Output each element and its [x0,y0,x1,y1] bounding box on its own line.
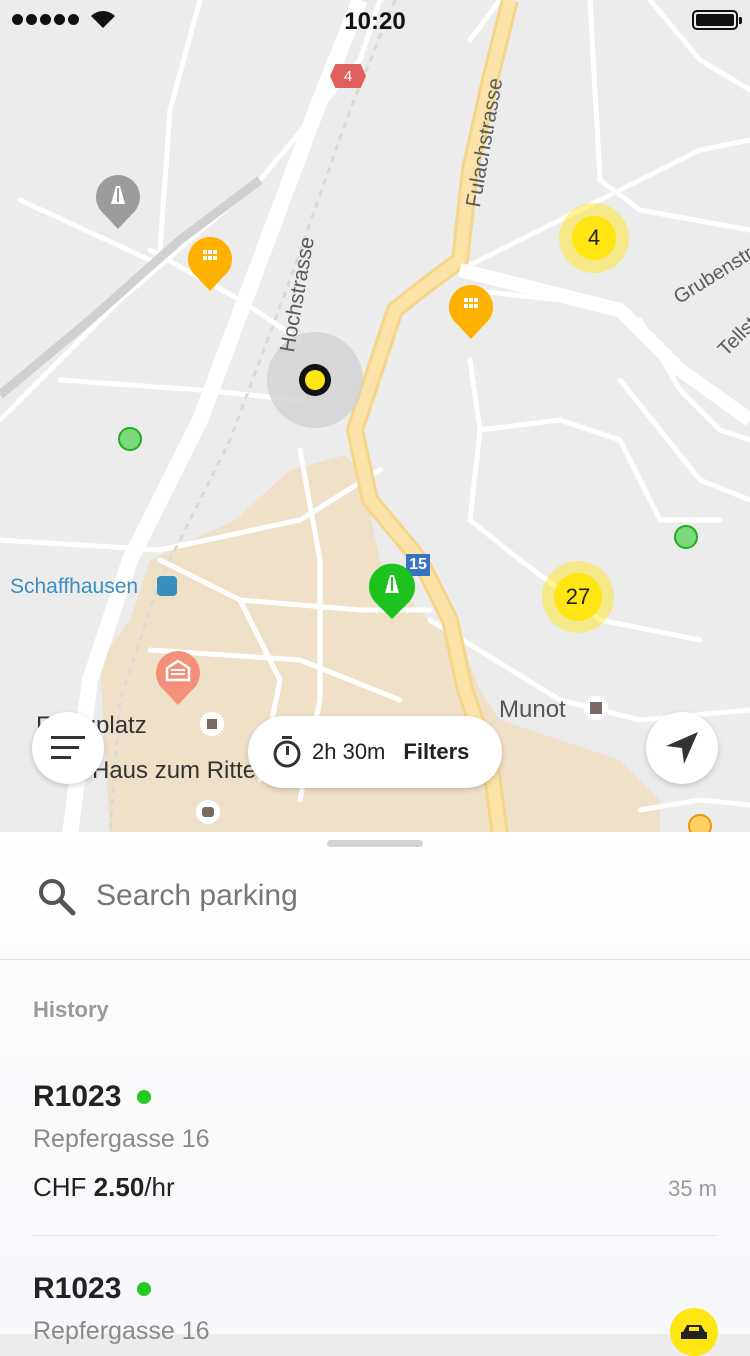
parking-distance: 35 m [668,1176,717,1201]
filters-button[interactable]: Filters [403,739,469,765]
parking-spot-dot[interactable] [674,525,698,549]
user-location-dot [299,364,331,396]
poi-icon [200,712,224,736]
timer-icon [273,736,301,768]
train-station-icon [157,576,177,596]
list-divider [33,1235,717,1236]
cluster-count: 4 [587,225,601,250]
parking-garage-pin[interactable] [447,282,495,340]
cluster-count: 27 [565,584,591,609]
theater-icon [196,800,220,824]
history-item[interactable]: R1023 Repfergasse 16 [0,1272,750,1352]
history-item[interactable]: R1023 Repfergasse 16 CHF 2.50/hr 35 m [0,1080,750,1210]
place-label-haus: Haus zum Ritte [92,757,257,784]
status-time: 10:20 [344,8,406,35]
parking-price: CHF 2.50/hr [33,1172,175,1203]
parking-code: R1023 [33,1080,122,1113]
parking-spot-dot[interactable] [118,427,142,451]
castle-icon [584,696,608,720]
car-badge[interactable] [670,1308,718,1356]
parking-garage-pin[interactable] [186,234,234,292]
bottom-sheet[interactable]: History R1023 Repfergasse 16 CHF 2.50/hr… [0,832,750,1345]
price-unit: /hr [144,1172,175,1202]
search-divider [0,959,750,960]
road-marker-pin-green[interactable] [367,560,417,620]
parking-address: Repfergasse 16 [33,1125,210,1153]
parking-address: Repfergasse 16 [33,1317,210,1345]
recenter-location-button[interactable] [646,712,718,784]
parking-cluster[interactable]: 4 [559,203,629,273]
history-title: History [33,997,109,1022]
battery-icon [692,10,742,30]
availability-dot [137,1282,151,1296]
parking-house-pin[interactable] [154,648,202,706]
list-menu-icon [51,736,85,759]
map-view[interactable]: 10:20 4 Hochstrasse Fulachstrasse Gruben… [0,0,750,835]
status-bar: 10:20 [0,0,750,40]
parking-cluster[interactable]: 27 [542,561,614,633]
price-currency: CHF [33,1172,87,1202]
parking-code: R1023 [33,1272,122,1305]
price-amount: 2.50 [93,1172,145,1202]
place-label-munot: Munot [499,696,566,723]
availability-dot [137,1090,151,1104]
timer-duration: 2h 30m [312,739,386,764]
car-icon [681,1325,707,1339]
menu-button[interactable] [32,712,104,784]
search-input[interactable] [96,874,696,918]
sheet-drag-handle[interactable] [327,840,423,847]
search-bar[interactable] [0,852,750,958]
road-marker-pin[interactable] [94,172,142,230]
duration-filters-pill[interactable]: 2h 30m Filters [248,716,502,788]
route-badge: 4 [330,64,366,88]
navigation-arrow-icon [666,732,698,764]
route-badge-number: 4 [343,67,353,85]
place-label-schaffhausen: Schaffhausen [10,575,139,598]
map-base [0,0,750,835]
search-icon [39,879,76,916]
